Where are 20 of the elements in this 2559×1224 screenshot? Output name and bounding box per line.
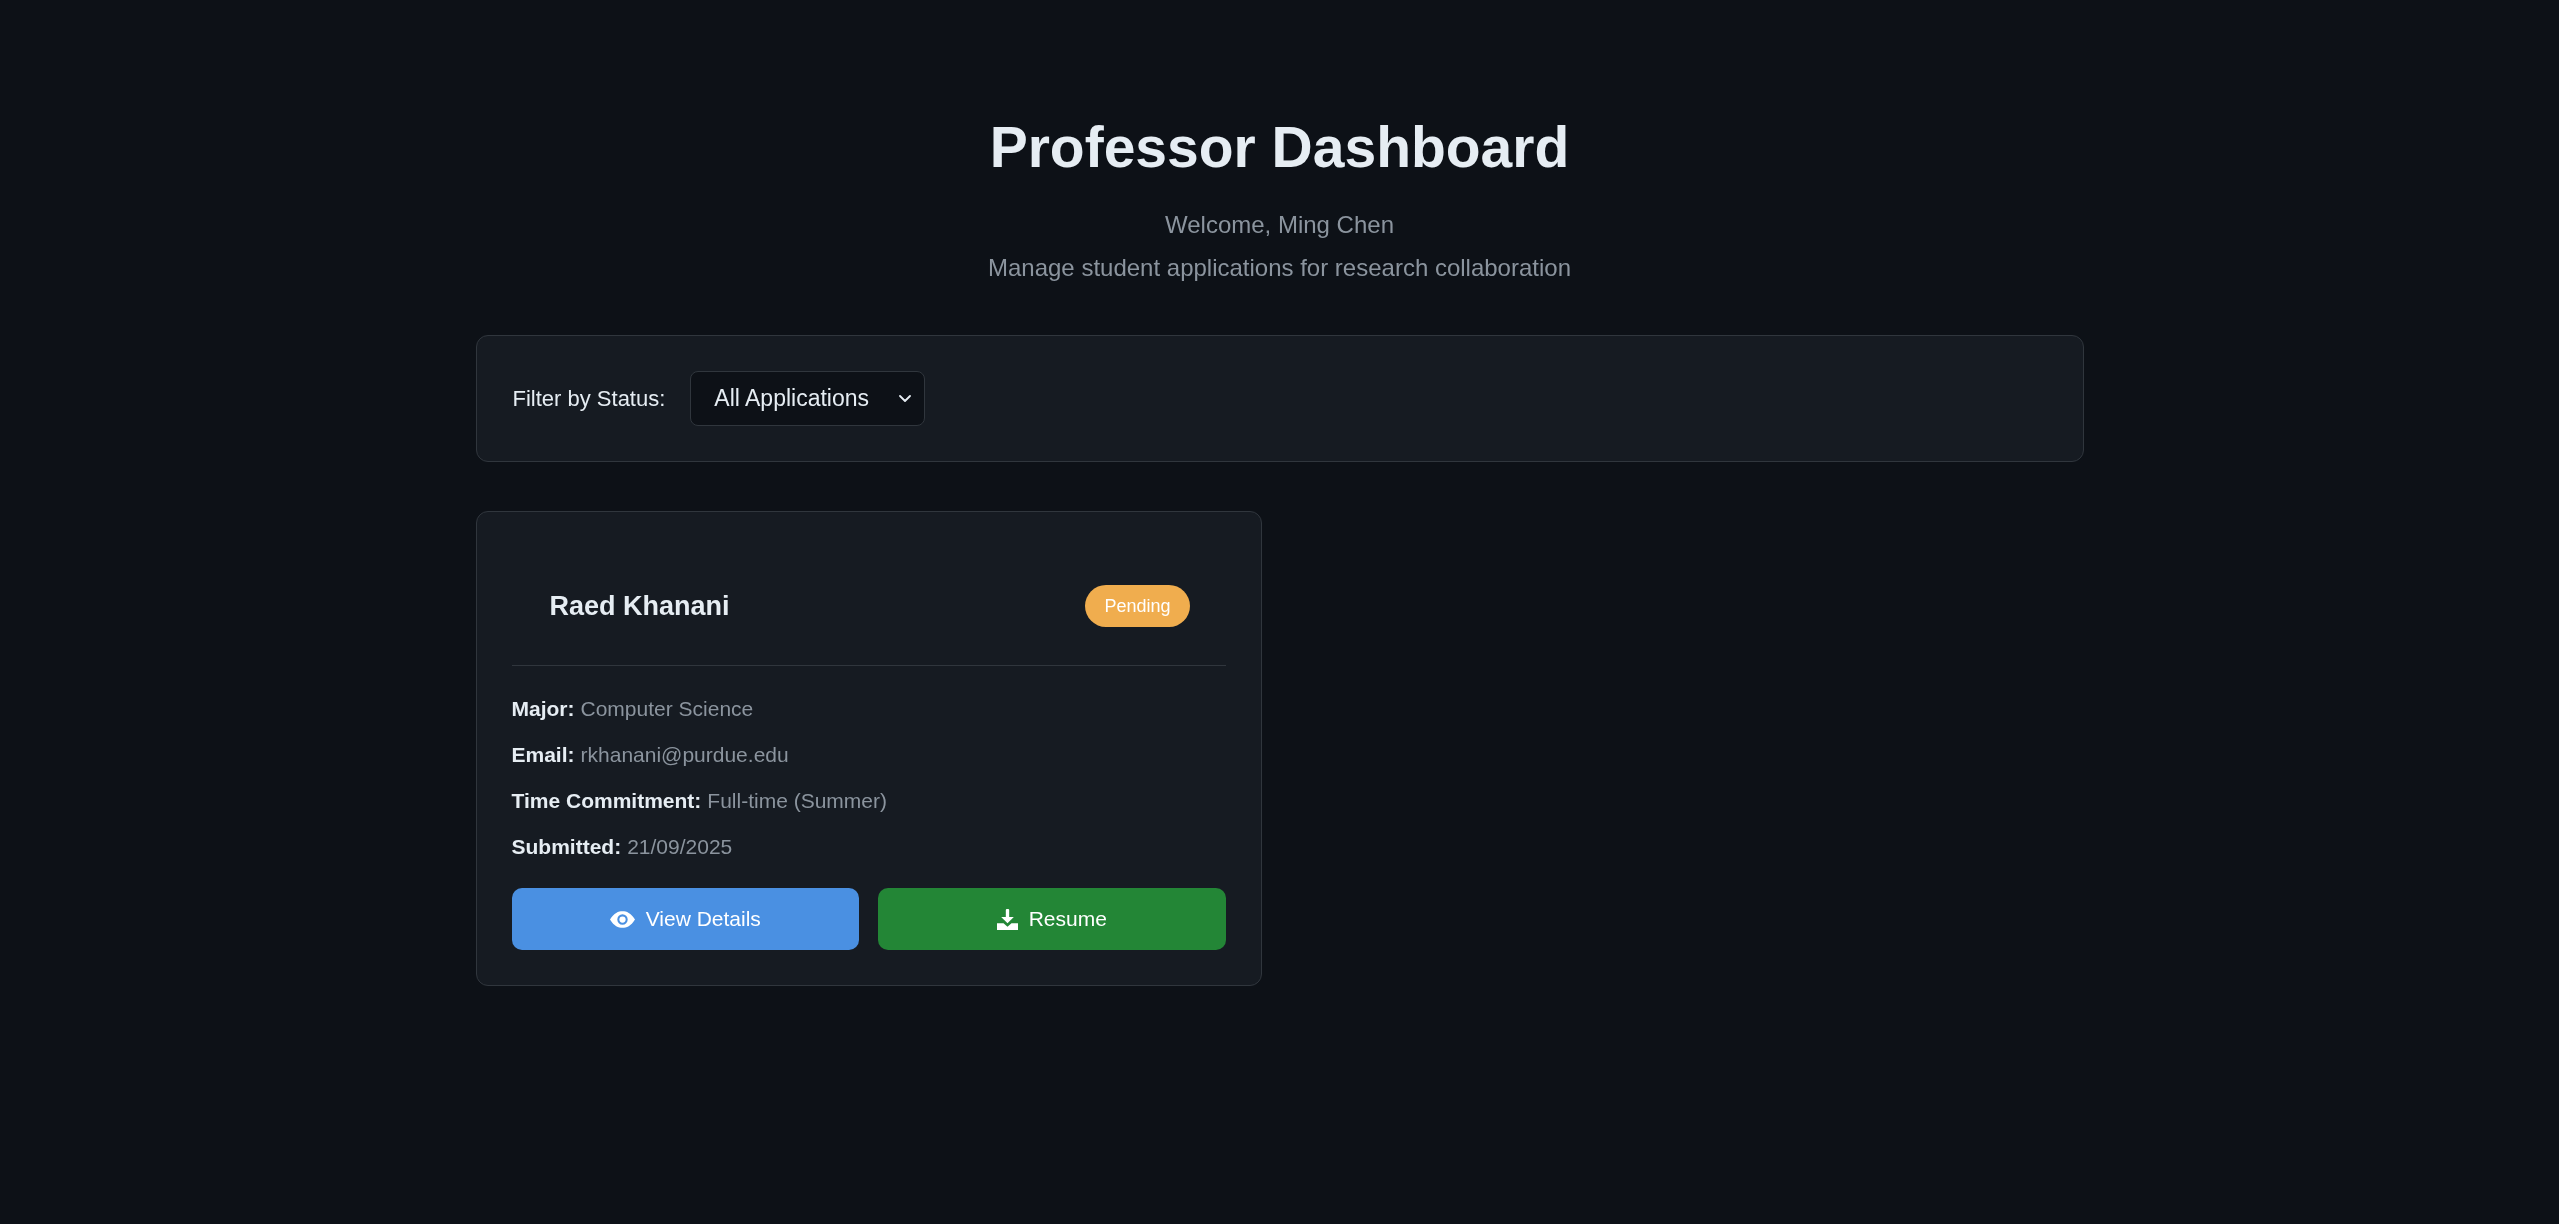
field-label: Email: [511, 742, 575, 768]
status-badge: Pending [1085, 585, 1190, 627]
field-label: Submitted: [511, 834, 622, 860]
eye-icon [609, 910, 635, 928]
resume-button[interactable]: Resume [878, 888, 1226, 950]
status-select[interactable]: All Applications [690, 371, 926, 426]
field-value: rkhanani@purdue.edu [580, 742, 789, 768]
field-label: Major: [511, 696, 575, 722]
student-name: Raed Khanani [549, 590, 730, 622]
view-details-button[interactable]: View Details [511, 888, 859, 950]
field-label: Time Commitment: [511, 788, 702, 814]
welcome-text: Welcome, Ming Chen [1164, 210, 1395, 240]
subtitle-text: Manage student applications for research collaboration [987, 253, 1572, 283]
download-icon [996, 908, 1018, 930]
field-value: Full-time (Summer) [707, 788, 887, 814]
field-value: 21/09/2025 [627, 834, 733, 860]
filter-label: Filter by Status: [512, 385, 666, 412]
chevron-icon [899, 394, 912, 403]
page-title: Professor Dashboard [988, 114, 1571, 181]
field-value: Computer Science [580, 696, 754, 722]
